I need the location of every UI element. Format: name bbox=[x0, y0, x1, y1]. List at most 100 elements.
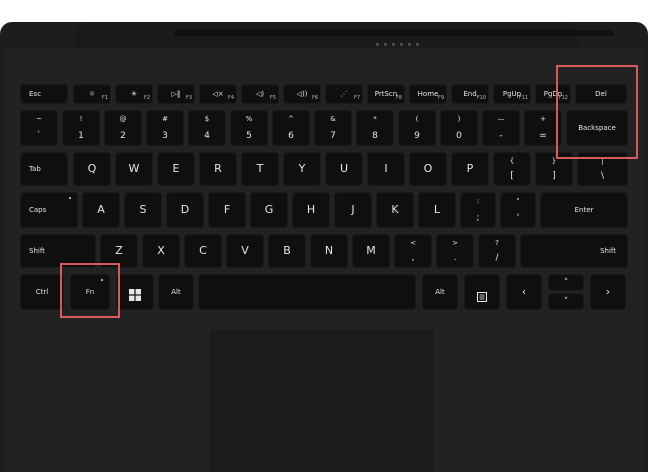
key-8[interactable]: * 8 bbox=[356, 110, 394, 146]
key-label: 8 bbox=[372, 131, 378, 141]
key-arrow-up[interactable]: ˄ bbox=[548, 274, 584, 291]
key-arrow-down[interactable]: ˅ bbox=[548, 293, 584, 310]
key-w[interactable]: W bbox=[115, 152, 153, 186]
key-shift-label: * bbox=[373, 115, 377, 123]
key-f3[interactable]: ▷‖ F3 bbox=[157, 84, 195, 104]
key-h[interactable]: H bbox=[292, 192, 330, 228]
key-g[interactable]: G bbox=[250, 192, 288, 228]
key-i[interactable]: I bbox=[367, 152, 405, 186]
key-period[interactable]: > . bbox=[436, 234, 474, 268]
key-slash[interactable]: ? / bbox=[478, 234, 516, 268]
key-f7[interactable]: ⋰ F7 bbox=[325, 84, 363, 104]
key-shift-label: $ bbox=[204, 115, 210, 123]
key-2[interactable]: @ 2 bbox=[104, 110, 142, 146]
key-9[interactable]: ( 9 bbox=[398, 110, 436, 146]
key-left-bracket[interactable]: { [ bbox=[493, 152, 531, 186]
key-c[interactable]: C bbox=[184, 234, 222, 268]
key-label: - bbox=[499, 131, 503, 141]
key-o[interactable]: O bbox=[409, 152, 447, 186]
key-k[interactable]: K bbox=[376, 192, 414, 228]
key-label: 0 bbox=[456, 131, 462, 141]
key-arrow-right[interactable]: › bbox=[590, 274, 626, 310]
key-shift-label: ~ bbox=[36, 115, 42, 123]
key-menu[interactable] bbox=[464, 274, 500, 310]
key-4[interactable]: $ 4 bbox=[188, 110, 226, 146]
key-5[interactable]: % 5 bbox=[230, 110, 268, 146]
key-tab[interactable]: Tab bbox=[20, 152, 68, 186]
key-shift-label: < bbox=[410, 239, 416, 247]
key-backtick[interactable]: ~ ` bbox=[20, 110, 58, 146]
key-home[interactable]: Home F9 bbox=[409, 84, 447, 104]
key-semicolon[interactable]: : ; bbox=[460, 192, 496, 228]
key-label: O bbox=[423, 162, 433, 175]
highlight-fn bbox=[60, 263, 120, 318]
key-label: 2 bbox=[120, 131, 126, 141]
touchpad[interactable] bbox=[210, 330, 434, 472]
key-l[interactable]: L bbox=[418, 192, 456, 228]
key-right-shift[interactable]: Shift bbox=[520, 234, 628, 268]
key-windows[interactable] bbox=[116, 274, 154, 310]
key-r[interactable]: R bbox=[199, 152, 237, 186]
key-sublabel: F10 bbox=[476, 95, 486, 101]
key-label: C bbox=[199, 244, 207, 257]
key-j[interactable]: J bbox=[334, 192, 372, 228]
key-u[interactable]: U bbox=[325, 152, 363, 186]
key-0[interactable]: ) 0 bbox=[440, 110, 478, 146]
key-label: Shift bbox=[600, 247, 616, 255]
key-f4[interactable]: ◁× F4 bbox=[199, 84, 237, 104]
key-a[interactable]: A bbox=[82, 192, 120, 228]
key-f2[interactable]: ☀ F2 bbox=[115, 84, 153, 104]
key-label: / bbox=[495, 253, 499, 263]
key-shift-label: { bbox=[509, 157, 515, 165]
key-shift-label: % bbox=[245, 115, 253, 123]
key-ctrl[interactable]: Ctrl bbox=[20, 274, 64, 310]
key-label: D bbox=[180, 203, 190, 216]
key-arrow-left[interactable]: ‹ bbox=[506, 274, 542, 310]
key-f5[interactable]: ◁) F5 bbox=[241, 84, 279, 104]
key-right-alt[interactable]: Alt bbox=[422, 274, 458, 310]
key-6[interactable]: ^ 6 bbox=[272, 110, 310, 146]
key-n[interactable]: N bbox=[310, 234, 348, 268]
key-sublabel: F11 bbox=[518, 95, 528, 101]
key-pgup[interactable]: PgUp F11 bbox=[493, 84, 531, 104]
key-left-alt[interactable]: Alt bbox=[158, 274, 194, 310]
key-shift-label: > bbox=[452, 239, 458, 247]
key-f[interactable]: F bbox=[208, 192, 246, 228]
key-label: I bbox=[384, 162, 388, 175]
key-q[interactable]: Q bbox=[73, 152, 111, 186]
key-spacebar[interactable] bbox=[198, 274, 416, 310]
key-m[interactable]: M bbox=[352, 234, 390, 268]
key-label: Z bbox=[115, 244, 123, 257]
key-enter[interactable]: Enter bbox=[540, 192, 628, 228]
key-3[interactable]: # 3 bbox=[146, 110, 184, 146]
hinge-connector bbox=[74, 22, 614, 48]
key-7[interactable]: & 7 bbox=[314, 110, 352, 146]
key-label: 5 bbox=[246, 131, 252, 141]
key-1[interactable]: ! 1 bbox=[62, 110, 100, 146]
key-y[interactable]: Y bbox=[283, 152, 321, 186]
key-v[interactable]: V bbox=[226, 234, 264, 268]
key-esc[interactable]: Esc bbox=[20, 84, 68, 104]
key-e[interactable]: E bbox=[157, 152, 195, 186]
key-label: Alt bbox=[171, 288, 181, 296]
key-x[interactable]: X bbox=[142, 234, 180, 268]
key-s[interactable]: S bbox=[124, 192, 162, 228]
key-quote[interactable]: " ' bbox=[500, 192, 536, 228]
key-d[interactable]: D bbox=[166, 192, 204, 228]
key-p[interactable]: P bbox=[451, 152, 489, 186]
key-minus[interactable]: — - bbox=[482, 110, 520, 146]
windows-logo-icon bbox=[129, 286, 141, 301]
key-t[interactable]: T bbox=[241, 152, 279, 186]
key-label: Caps bbox=[29, 206, 47, 214]
key-end[interactable]: End F10 bbox=[451, 84, 489, 104]
key-b[interactable]: B bbox=[268, 234, 306, 268]
key-comma[interactable]: < , bbox=[394, 234, 432, 268]
key-f6[interactable]: ◁)) F6 bbox=[283, 84, 321, 104]
key-caps[interactable]: Caps bbox=[20, 192, 78, 228]
left-arrow-icon: ‹ bbox=[521, 285, 527, 298]
key-f1[interactable]: ☼ F1 bbox=[73, 84, 111, 104]
key-label: P bbox=[466, 162, 474, 175]
key-label: M bbox=[366, 244, 376, 257]
key-prtscn[interactable]: PrtScn F8 bbox=[367, 84, 405, 104]
key-label: E bbox=[172, 162, 180, 175]
